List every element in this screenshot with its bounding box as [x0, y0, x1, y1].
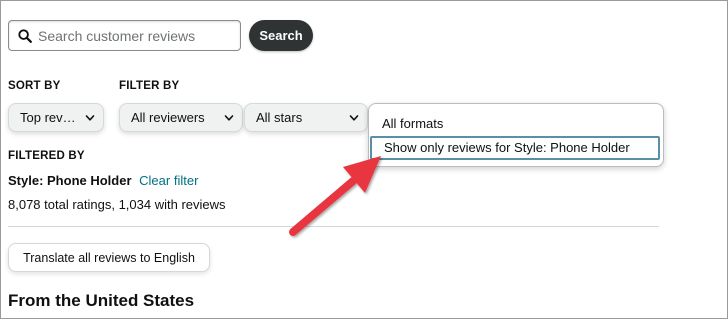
sort-dropdown[interactable]: Top rev…: [8, 103, 104, 132]
search-input[interactable]: [38, 27, 234, 44]
chevron-down-icon: [85, 115, 95, 121]
clear-filter-link[interactable]: Clear filter: [139, 173, 198, 188]
sort-dropdown-value: Top rev…: [20, 110, 76, 125]
stars-dropdown-value: All stars: [256, 110, 303, 125]
reviews-panel: Search SORT BY FILTER BY Top rev… All re…: [0, 0, 728, 319]
stars-dropdown[interactable]: All stars: [244, 103, 368, 132]
chevron-down-icon: [224, 115, 234, 121]
search-button[interactable]: Search: [249, 20, 313, 51]
menu-item-style-phone-holder[interactable]: Show only reviews for Style: Phone Holde…: [370, 136, 660, 160]
format-dropdown-menu: All formats Show only reviews for Style:…: [368, 103, 664, 167]
translate-reviews-button[interactable]: Translate all reviews to English: [8, 243, 210, 272]
active-filter-value: Style: Phone Holder: [8, 173, 132, 188]
reviewers-dropdown[interactable]: All reviewers: [119, 103, 243, 132]
filter-by-label: FILTER BY: [119, 80, 180, 92]
menu-item-all-formats[interactable]: All formats: [382, 116, 443, 131]
ratings-summary: 8,078 total ratings, 1,034 with reviews: [8, 197, 226, 212]
chevron-down-icon: [349, 115, 359, 121]
search-box[interactable]: [8, 20, 241, 51]
sort-by-label: SORT BY: [8, 80, 61, 92]
search-icon: [18, 28, 32, 43]
filtered-by-label: FILTERED BY: [8, 150, 85, 162]
active-filter-line: Style: Phone Holder Clear filter: [8, 173, 198, 188]
reviewers-dropdown-value: All reviewers: [131, 110, 205, 125]
divider: [8, 226, 659, 227]
region-heading: From the United States: [8, 291, 195, 310]
